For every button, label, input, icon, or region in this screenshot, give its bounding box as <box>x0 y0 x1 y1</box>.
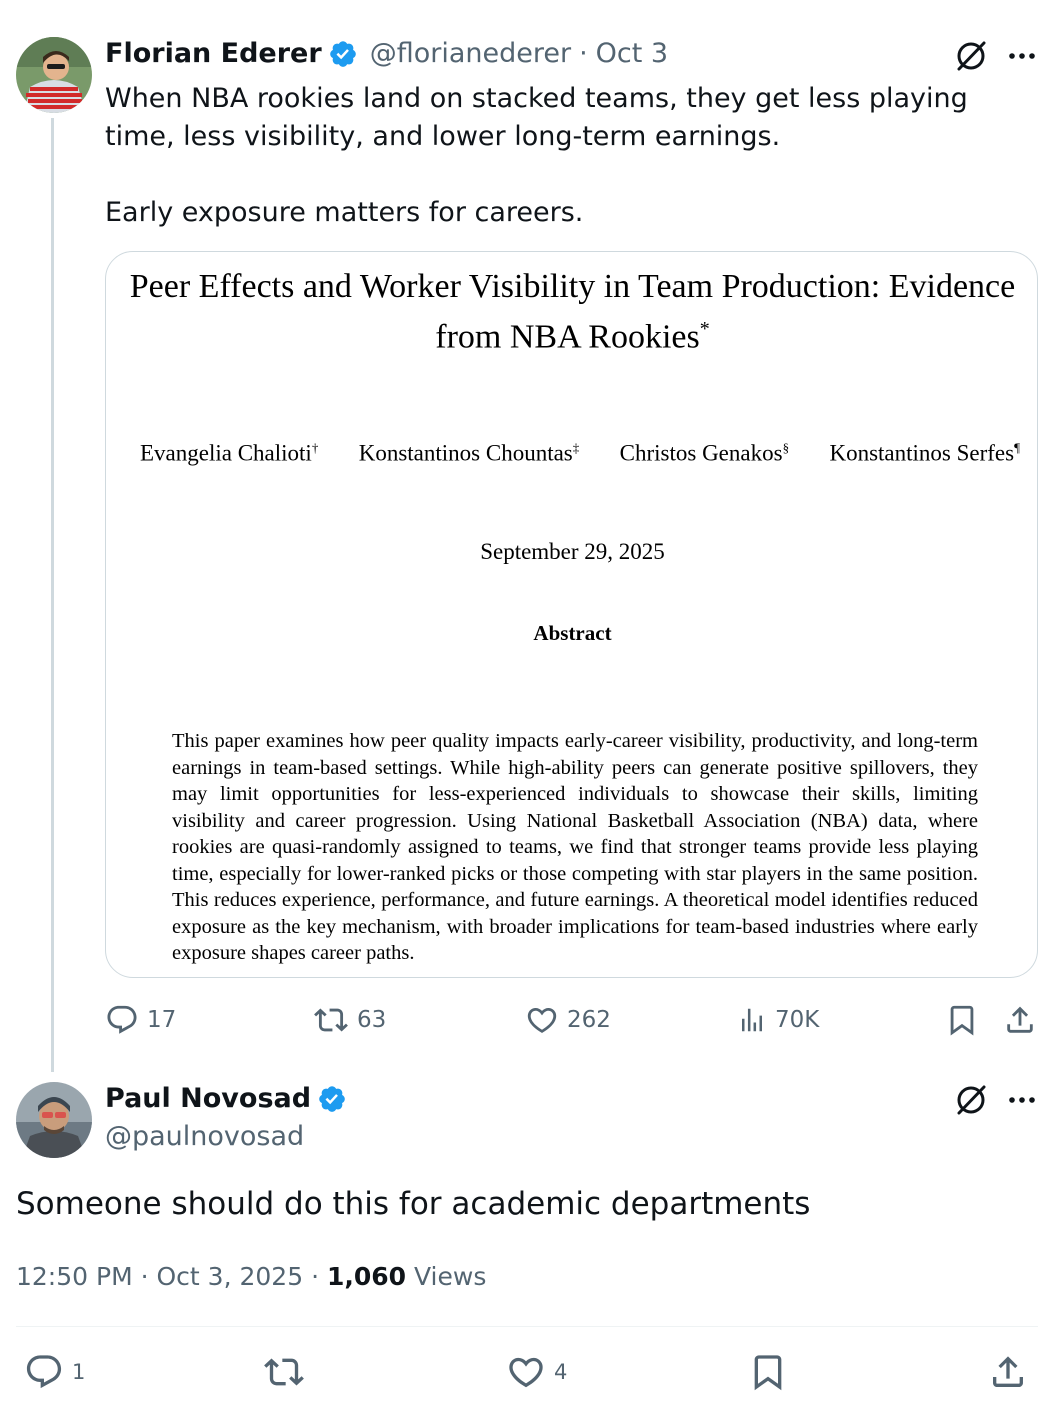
divider <box>16 1326 1038 1327</box>
paper-title-text: Peer Effects and Worker Visibility in Te… <box>129 268 1016 356</box>
paper-author: Konstantinos Chountas‡ <box>358 440 580 466</box>
tweet-text-paragraph-2: Early exposure matters for careers. <box>105 197 584 228</box>
avatar-florian-ederer[interactable] <box>16 37 92 113</box>
reply-text: Someone should do this for academic depa… <box>16 1186 811 1222</box>
separator-dot: · <box>579 38 588 69</box>
paper-date: September 29, 2025 <box>480 539 665 564</box>
reply-like-button[interactable]: 4 <box>506 1352 567 1392</box>
paper-abstract-heading: Abstract <box>533 621 612 645</box>
reply-count: 17 <box>147 1007 177 1033</box>
reply-meta: 12:50 PM · Oct 3, 2025 · 1,060 Views <box>16 1262 486 1291</box>
reply-header: Paul Novosad <box>105 1083 347 1114</box>
more-icon[interactable] <box>1005 1083 1039 1117</box>
reply-top-actions <box>953 1082 1039 1118</box>
bookmark-icon <box>754 1355 782 1391</box>
views-icon <box>742 1008 762 1032</box>
reply-bookmark-button[interactable] <box>748 1352 788 1392</box>
more-icon[interactable] <box>1005 39 1039 73</box>
verified-badge-icon <box>317 1084 347 1114</box>
separator-dot: · <box>311 1262 320 1291</box>
author-handle[interactable]: @florianederer <box>370 38 571 69</box>
reply-reply-button[interactable]: 1 <box>24 1352 85 1392</box>
reply-time[interactable]: 12:50 PM <box>16 1262 133 1291</box>
tweet-media-image[interactable]: Peer Effects and Worker Visibility in Te… <box>105 251 1038 978</box>
like-button[interactable]: 262 <box>525 1003 611 1037</box>
share-icon <box>1007 1006 1033 1033</box>
paper-title: Peer Effects and Worker Visibility in Te… <box>106 266 1037 358</box>
repost-button[interactable]: 63 <box>313 1003 386 1037</box>
reply-button[interactable]: 17 <box>105 1003 176 1037</box>
verified-badge-icon <box>328 39 358 69</box>
repost-icon <box>264 1358 304 1386</box>
paper-authors: Evangelia Chalioti† Konstantinos Chounta… <box>140 440 1020 467</box>
views-button[interactable]: 70K <box>737 1003 819 1037</box>
views-count: 70K <box>775 1007 820 1033</box>
reply-repost-button[interactable] <box>263 1352 305 1392</box>
reply-views-count: 1,060 <box>326 1262 407 1291</box>
bookmark-icon <box>950 1005 974 1036</box>
grok-icon[interactable] <box>953 38 989 74</box>
thread-connector-line <box>51 118 54 1072</box>
tweet-date[interactable]: Oct 3 <box>596 38 668 69</box>
avatar-paul-novosad[interactable] <box>16 1082 92 1158</box>
reply-views-label: Views <box>414 1262 487 1291</box>
paper-author: Evangelia Chalioti† <box>140 440 319 466</box>
paper-author: Christos Genakos§ <box>619 440 790 466</box>
like-icon <box>509 1357 543 1388</box>
reply-author-handle[interactable]: @paulnovosad <box>105 1121 304 1152</box>
like-icon <box>527 1007 557 1033</box>
bookmark-button[interactable] <box>945 1003 979 1037</box>
tweet-top-actions <box>953 38 1039 74</box>
paper-title-mark: * <box>699 318 710 340</box>
like-count: 262 <box>567 1007 611 1033</box>
share-icon <box>993 1356 1023 1387</box>
reply-date[interactable]: Oct 3, 2025 <box>157 1262 304 1291</box>
paper-author: Konstantinos Serfes¶ <box>829 440 1020 466</box>
tweet-header: Florian Ederer @florianederer · Oct 3 <box>105 38 668 69</box>
grok-icon[interactable] <box>953 1082 989 1118</box>
share-button[interactable] <box>1003 1003 1037 1037</box>
author-name[interactable]: Florian Ederer <box>105 38 322 69</box>
reply-like-count: 4 <box>554 1360 568 1384</box>
reply-reply-count: 1 <box>72 1360 86 1384</box>
reply-icon <box>26 1355 62 1389</box>
separator-dot: · <box>140 1262 149 1291</box>
reply-author-name[interactable]: Paul Novosad <box>105 1083 311 1114</box>
reply-share-button[interactable] <box>988 1352 1028 1392</box>
reply-icon <box>107 1005 137 1034</box>
repost-icon <box>314 1008 348 1032</box>
paper-abstract-text: This paper examines how peer quality imp… <box>172 730 978 964</box>
reply-handle-row: @paulnovosad <box>105 1121 304 1152</box>
repost-count: 63 <box>357 1007 387 1033</box>
tweet-text-paragraph-1: When NBA rookies land on stacked teams, … <box>105 83 968 152</box>
tweet-text: When NBA rookies land on stacked teams, … <box>105 80 1035 232</box>
